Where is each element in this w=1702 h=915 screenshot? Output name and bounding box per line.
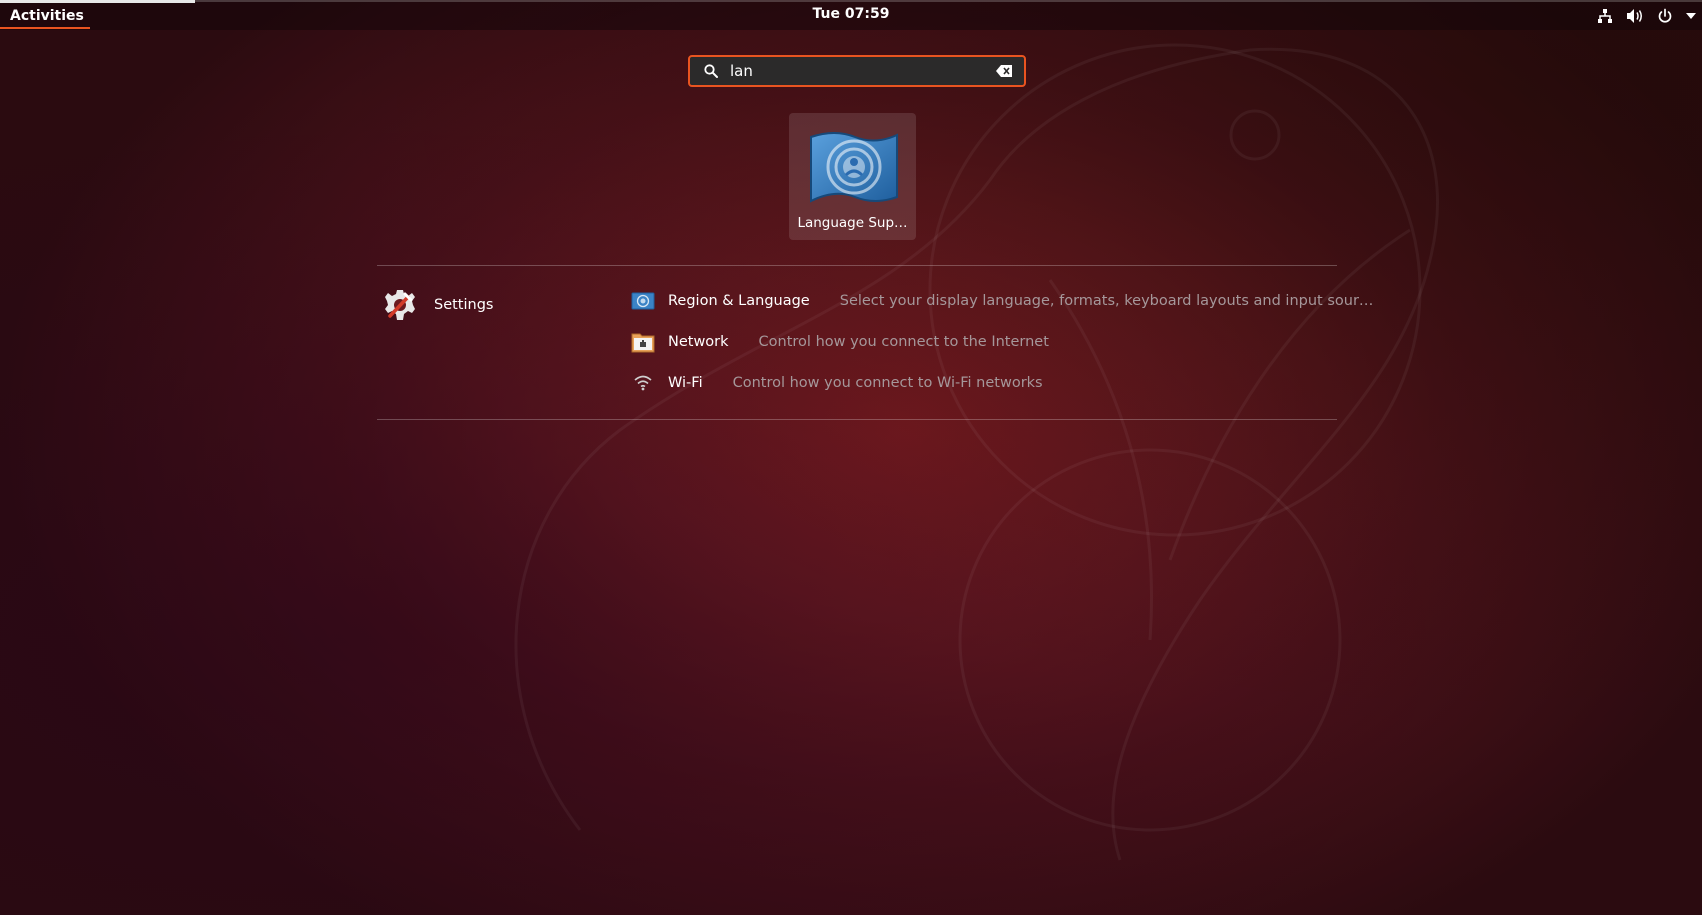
search-entry[interactable]	[688, 55, 1026, 87]
result-title: Network	[668, 334, 729, 350]
activities-label: Activities	[10, 8, 84, 24]
settings-provider[interactable]: Settings	[384, 289, 493, 321]
language-support-flag-icon	[809, 132, 898, 203]
settings-icon	[385, 290, 415, 320]
clock-label[interactable]: Tue 07:59	[813, 6, 890, 22]
app-label: Language Sup…	[797, 215, 908, 231]
power-icon[interactable]	[1656, 7, 1674, 25]
result-description: Select your display language, formats, k…	[839, 293, 1374, 309]
result-wifi[interactable]: Wi-Fi Control how you connect to Wi-Fi n…	[630, 369, 1043, 397]
search-input[interactable]	[722, 58, 992, 84]
result-description: Control how you connect to the Internet	[758, 334, 1049, 350]
results-separator-bottom	[377, 419, 1337, 420]
region-language-icon	[630, 288, 656, 314]
network-icon	[630, 329, 656, 355]
result-network[interactable]: Network Control how you connect to the I…	[630, 328, 1049, 356]
volume-icon[interactable]	[1626, 7, 1644, 25]
menu-arrow-icon[interactable]	[1686, 7, 1696, 25]
top-bar: Activities Tue 07:59	[0, 0, 1702, 30]
system-tray[interactable]	[1596, 6, 1696, 26]
result-title: Region & Language	[668, 293, 810, 309]
results-separator-top	[377, 265, 1337, 266]
provider-label: Settings	[434, 297, 494, 313]
clear-text-icon[interactable]	[992, 59, 1016, 83]
top-edge-line	[195, 0, 1702, 2]
activities-button[interactable]: Activities	[0, 5, 90, 29]
top-edge-strip	[0, 0, 195, 3]
wifi-icon	[630, 370, 656, 396]
result-description: Control how you connect to Wi-Fi network…	[732, 375, 1043, 391]
network-wired-icon[interactable]	[1596, 7, 1614, 25]
clock: Tue 07:59	[0, 6, 1702, 22]
search-icon	[700, 60, 722, 82]
result-region-language[interactable]: Region & Language Select your display la…	[630, 287, 1373, 315]
result-title: Wi-Fi	[668, 375, 703, 391]
app-result-language-support[interactable]: Language Sup…	[789, 113, 916, 240]
